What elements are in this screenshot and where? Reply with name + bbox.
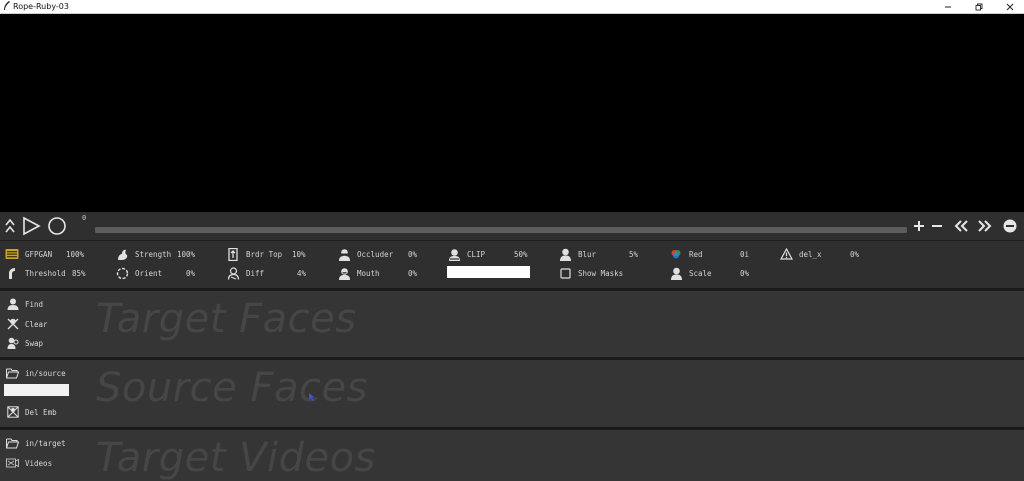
title-bar: Rope-Ruby-03 <box>0 0 1024 14</box>
param-mouth-value: 0% <box>408 268 418 278</box>
double-chevron-up-icon <box>5 218 15 233</box>
source-search-input[interactable] <box>4 384 69 396</box>
minus-circle-icon <box>1003 219 1017 233</box>
double-chevron-left-icon <box>954 220 968 232</box>
param-threshold[interactable]: Threshold <box>5 265 66 281</box>
source-faces-watermark: Source Faces <box>96 365 368 411</box>
swap-faces-button[interactable]: Swap <box>6 336 43 350</box>
videos-icon <box>6 457 19 470</box>
param-diff-value: 4% <box>297 268 307 278</box>
close-icon <box>1006 3 1014 10</box>
blur-person-icon <box>558 247 572 261</box>
delete-embedding-button[interactable]: Del Emb <box>6 405 57 419</box>
clear-faces-button[interactable]: Clear <box>6 317 48 331</box>
target-faces-watermark: Target Faces <box>96 296 357 342</box>
stop-button[interactable] <box>1002 216 1018 236</box>
target-folder-button[interactable]: in/target <box>6 436 66 450</box>
param-scale[interactable]: Scale <box>669 265 712 281</box>
checkbox-icon[interactable] <box>558 266 572 280</box>
param-orient[interactable]: Orient <box>115 265 162 281</box>
videos-button[interactable]: Videos <box>6 456 52 470</box>
param-del-x-value: 0% <box>850 249 860 259</box>
param-mouth[interactable]: Mouth <box>337 265 380 281</box>
param-strength[interactable]: Strength <box>115 246 171 262</box>
param-brdr-top[interactable]: Brdr Top <box>226 246 282 262</box>
previous-marker-button[interactable] <box>952 216 970 236</box>
remove-marker-button[interactable] <box>930 216 944 236</box>
param-blur-value: 5% <box>629 249 639 259</box>
param-occluder-value: 0% <box>408 249 418 259</box>
param-clip-value: 50% <box>514 249 528 259</box>
param-brdr-top-value: 10% <box>292 249 306 259</box>
double-chevron-right-icon <box>978 220 992 232</box>
scale-person-icon <box>669 266 683 280</box>
minus-icon <box>932 225 942 227</box>
restore-button[interactable] <box>965 0 993 13</box>
param-del-x[interactable]: del_x <box>779 246 822 262</box>
find-faces-button[interactable]: Find <box>6 297 43 311</box>
transport-bar <box>0 212 1024 240</box>
mouse-cursor-icon <box>309 393 315 401</box>
param-threshold-value: 85% <box>72 268 86 278</box>
frame-number: 0 <box>82 214 87 222</box>
gfpgan-icon <box>5 247 19 261</box>
orient-rotate-icon <box>115 266 129 280</box>
plus-icon <box>914 221 924 231</box>
video-viewer[interactable] <box>0 14 1024 212</box>
window-title: Rope-Ruby-03 <box>13 2 69 11</box>
param-gfpgan[interactable]: GFPGAN <box>5 246 52 262</box>
border-top-icon <box>226 247 240 261</box>
param-gfpgan-value: 100% <box>66 249 85 259</box>
param-strength-value: 100% <box>177 249 196 259</box>
color-wheel-icon <box>669 247 683 261</box>
folder-open-icon <box>6 437 19 450</box>
param-diff[interactable]: Diff <box>226 265 264 281</box>
threshold-icon <box>5 266 19 280</box>
diff-person-icon <box>226 266 240 280</box>
next-marker-button[interactable] <box>976 216 994 236</box>
timeline-slider[interactable] <box>95 227 907 233</box>
param-red-value: 0i <box>740 249 750 259</box>
param-scale-value: 0% <box>740 268 750 278</box>
strength-arm-icon <box>115 247 129 261</box>
collapse-button[interactable] <box>3 216 17 236</box>
feather-icon <box>4 1 10 10</box>
param-clip[interactable]: CLIP <box>447 246 485 262</box>
minimize-button[interactable] <box>934 0 962 13</box>
source-folder-button[interactable]: in/source <box>6 366 66 380</box>
target-videos-watermark: Target Videos <box>96 435 376 481</box>
play-button[interactable] <box>20 216 42 236</box>
delete-embedding-icon <box>6 406 19 419</box>
warning-triangle-icon <box>779 247 793 261</box>
add-marker-button[interactable] <box>912 216 926 236</box>
param-orient-value: 0% <box>186 268 196 278</box>
clear-person-icon <box>6 318 19 331</box>
close-button[interactable] <box>996 0 1024 13</box>
play-icon <box>23 216 41 236</box>
clip-text-input[interactable] <box>447 266 530 278</box>
restore-icon <box>975 3 983 10</box>
record-circle-icon <box>48 217 66 235</box>
minimize-icon <box>945 6 951 7</box>
folder-open-icon <box>6 367 19 380</box>
occluder-face-icon <box>337 247 351 261</box>
param-blur[interactable]: Blur <box>558 246 596 262</box>
param-occluder[interactable]: Occluder <box>337 246 393 262</box>
clip-face-icon <box>447 247 461 261</box>
param-red[interactable]: Red <box>669 246 703 262</box>
record-button[interactable] <box>46 216 68 236</box>
show-masks-toggle[interactable]: Show Masks <box>558 265 623 281</box>
person-icon <box>6 298 19 311</box>
swap-person-icon <box>6 337 19 350</box>
mouth-face-icon <box>337 266 351 280</box>
